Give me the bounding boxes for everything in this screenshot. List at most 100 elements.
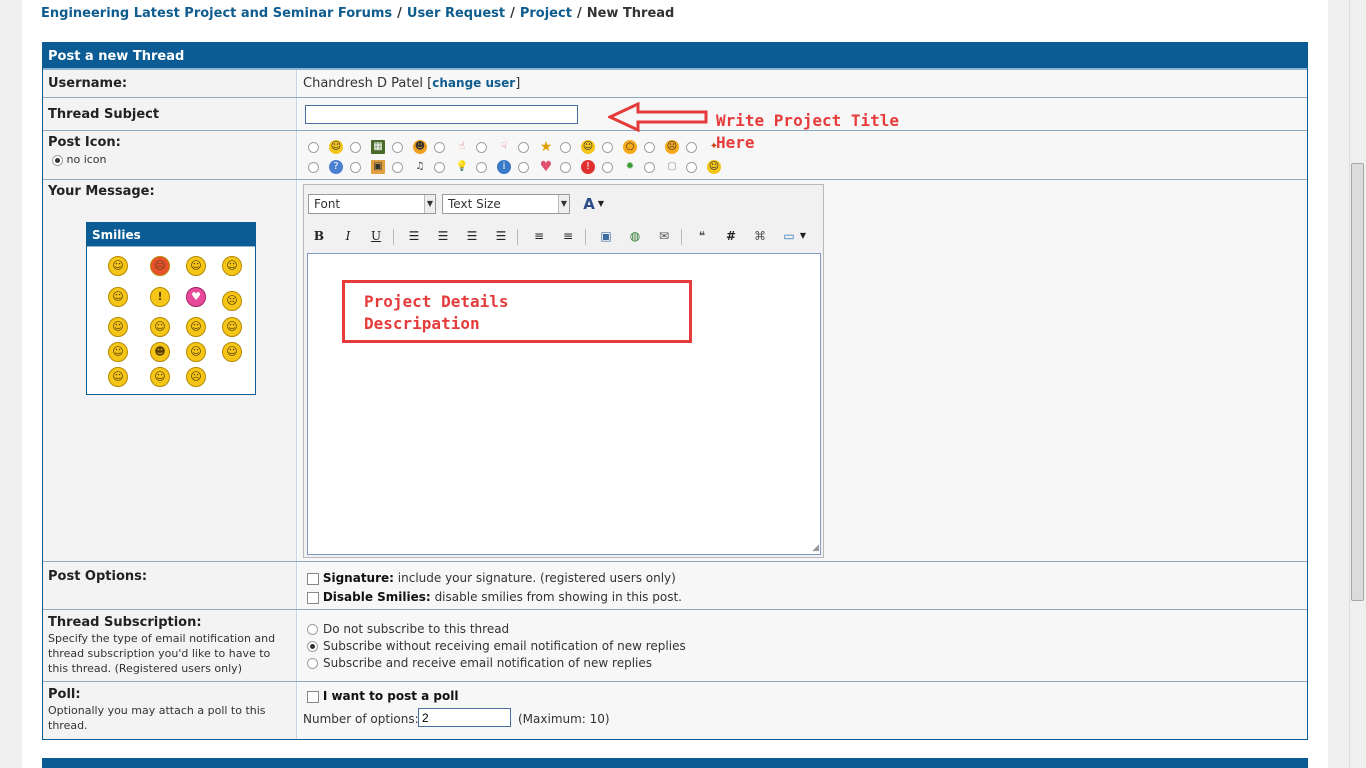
- poll-label-cell: Poll: Optionally you may attach a poll t…: [43, 682, 297, 739]
- post-icon-radio[interactable]: [560, 141, 571, 153]
- subscription-option-label: Do not subscribe to this thread: [323, 622, 510, 636]
- number-of-options-input[interactable]: [418, 708, 511, 727]
- post-icon-radio[interactable]: [644, 141, 655, 153]
- scrollbar-thumb[interactable]: [1351, 163, 1364, 601]
- quote-icon[interactable]: ❝: [692, 227, 712, 245]
- post-icon-radio[interactable]: [686, 141, 697, 153]
- font-select[interactable]: Font ▼: [308, 194, 436, 214]
- chevron-down-icon[interactable]: ▼: [798, 227, 808, 245]
- align-left-icon[interactable]: ☰: [404, 227, 424, 245]
- post-icon-radio[interactable]: [308, 141, 319, 153]
- post-icon-radio[interactable]: [560, 161, 571, 173]
- signature-bold-label: Signature:: [322, 571, 394, 585]
- post-icon-radio[interactable]: [644, 161, 655, 173]
- laugh-smiley-icon[interactable]: ☺: [108, 342, 128, 362]
- breadcrumb-forum-link[interactable]: Engineering Latest Project and Seminar F…: [41, 6, 392, 21]
- insert-image-icon[interactable]: ▣: [596, 227, 616, 245]
- message-label: Your Message:: [48, 184, 155, 199]
- thread-subject-input[interactable]: [305, 105, 578, 124]
- subscription-radio[interactable]: [307, 658, 318, 669]
- unordered-list-icon[interactable]: ≡: [558, 227, 578, 245]
- post-icon-radio[interactable]: [350, 161, 361, 173]
- disable-smilies-checkbox[interactable]: [307, 591, 319, 604]
- bold-icon[interactable]: B: [309, 227, 329, 245]
- post-poll-option[interactable]: I want to post a poll: [307, 689, 459, 703]
- no-icon-option[interactable]: no icon: [48, 152, 291, 167]
- wink-smiley-icon[interactable]: ☺: [150, 317, 170, 337]
- hash-icon[interactable]: #: [721, 227, 741, 245]
- align-center-icon[interactable]: ☰: [433, 227, 453, 245]
- signature-option[interactable]: Signature: include your signature. (regi…: [307, 571, 676, 585]
- change-user-link[interactable]: change user: [432, 76, 515, 90]
- insert-email-icon[interactable]: ✉: [654, 227, 674, 245]
- post-icon-radio[interactable]: [602, 161, 613, 173]
- breadcrumb-project-link[interactable]: Project: [520, 6, 572, 21]
- breadcrumb-user-request-link[interactable]: User Request: [407, 6, 505, 21]
- subscription-radio[interactable]: [307, 641, 318, 652]
- angry-icon: ☹: [665, 140, 679, 154]
- eek-smiley-icon[interactable]: ☺: [108, 367, 128, 387]
- subscription-description: Specify the type of email notification a…: [48, 632, 276, 675]
- post-icon-radio[interactable]: [686, 161, 697, 173]
- underline-icon[interactable]: U: [366, 227, 386, 245]
- no-icon-label: no icon: [66, 153, 107, 166]
- signature-checkbox[interactable]: [307, 572, 319, 585]
- subscription-radio[interactable]: [307, 624, 318, 635]
- no-icon-radio[interactable]: [52, 154, 63, 166]
- insert-link-icon[interactable]: ◍: [625, 227, 645, 245]
- post-icon-label: Post Icon:: [48, 135, 121, 150]
- post-icon-radio[interactable]: [350, 141, 361, 153]
- text-size-select[interactable]: Text Size ▼: [442, 194, 570, 214]
- signature-text: include your signature. (registered user…: [397, 571, 676, 585]
- frown-smiley-icon[interactable]: ☹: [186, 367, 206, 387]
- confused-smiley-icon[interactable]: ☺: [186, 256, 206, 276]
- bug-icon: ✹: [625, 161, 635, 172]
- ordered-list-icon[interactable]: ≡: [529, 227, 549, 245]
- subscription-option[interactable]: Subscribe without receiving email notifi…: [307, 639, 686, 653]
- resize-handle-icon[interactable]: ◢: [812, 543, 819, 553]
- message-editor: Font ▼ Text Size ▼ A ▼ B I U ☰ ☰ ☰ ☰ ≡ ≡…: [303, 184, 824, 558]
- post-poll-checkbox[interactable]: [307, 690, 319, 703]
- exclamation-smiley-icon[interactable]: !: [150, 287, 170, 307]
- subscription-options: Do not subscribe to this thread Subscrib…: [298, 610, 1307, 681]
- mad-smiley-icon[interactable]: ☹: [150, 256, 170, 276]
- idea-smiley-icon[interactable]: ☺: [108, 317, 128, 337]
- disable-smilies-option[interactable]: Disable Smilies: disable smilies from sh…: [307, 590, 682, 604]
- post-icon-radio[interactable]: [518, 161, 529, 173]
- post-icon-radio[interactable]: [434, 161, 445, 173]
- message-textarea[interactable]: Project Details Descripation ◢: [307, 253, 821, 555]
- thinking-smiley-icon[interactable]: ☺: [186, 317, 206, 337]
- post-icon-radio[interactable]: [392, 161, 403, 173]
- video-icon[interactable]: ▭: [779, 227, 799, 245]
- post-icon-radio[interactable]: [434, 141, 445, 153]
- box-icon: ▢: [667, 161, 677, 172]
- grin-smiley-icon[interactable]: ☺: [186, 342, 206, 362]
- angel-smiley-icon[interactable]: ☺: [108, 256, 128, 276]
- post-icon-radio[interactable]: [476, 161, 487, 173]
- music-note-icon: ♫: [415, 161, 425, 172]
- post-icon-radio[interactable]: [308, 161, 319, 173]
- shades-smiley-icon[interactable]: ☻: [150, 342, 170, 362]
- username-value: Chandresh D Patel: [303, 76, 424, 91]
- question-smiley-icon[interactable]: ☹: [222, 291, 242, 311]
- cool-smiley-icon[interactable]: ☺: [108, 287, 128, 307]
- project-title-annotation: Write Project Title Here: [716, 110, 899, 154]
- italic-icon[interactable]: I: [338, 227, 358, 245]
- align-right-icon[interactable]: ☰: [462, 227, 482, 245]
- post-icon-radio[interactable]: [392, 141, 403, 153]
- subscription-option[interactable]: Do not subscribe to this thread: [307, 622, 509, 636]
- post-icon-radio[interactable]: [518, 141, 529, 153]
- happy-smiley-icon[interactable]: ☺: [150, 367, 170, 387]
- code-icon[interactable]: ⌘: [750, 227, 770, 245]
- smile-smiley-icon[interactable]: ☺: [222, 317, 242, 337]
- subscription-option[interactable]: Subscribe and receive email notification…: [307, 656, 652, 670]
- post-icon-label-cell: Post Icon: no icon: [43, 131, 297, 179]
- tongue-smiley-icon[interactable]: ☺: [222, 342, 242, 362]
- chevron-down-icon[interactable]: ▼: [596, 195, 606, 213]
- justify-icon[interactable]: ☰: [491, 227, 511, 245]
- post-icon-radio[interactable]: [476, 141, 487, 153]
- rolleyes-smiley-icon[interactable]: ☺: [222, 256, 242, 276]
- heart-smiley-icon[interactable]: ♥: [186, 287, 206, 307]
- picture-icon: ▣: [371, 160, 385, 174]
- post-icon-radio[interactable]: [602, 141, 613, 153]
